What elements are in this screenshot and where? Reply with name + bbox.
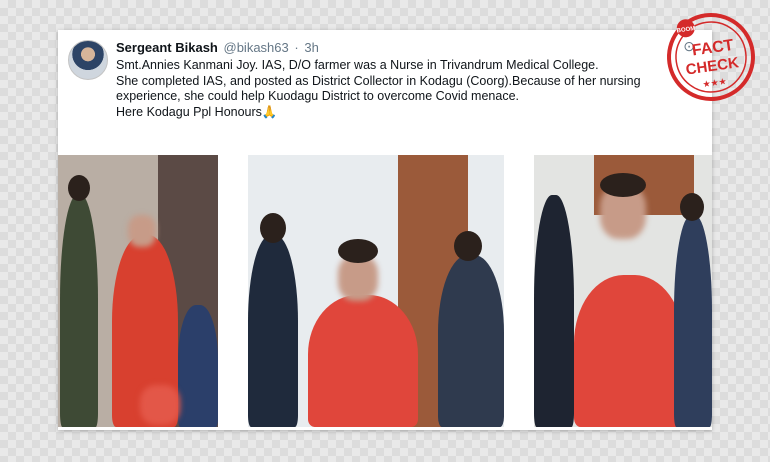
photo-right[interactable] (534, 155, 712, 427)
tweet-line-3: Here Kodagu Ppl Honours🙏 (116, 104, 278, 119)
author-name[interactable]: Sergeant Bikash (116, 40, 218, 55)
tweet-card: Sergeant Bikash @bikash63 · 3h ⊙ Smt.Ann… (58, 30, 712, 430)
boom-fact-check-stamp: BOOM FACT CHECK ★★★ (667, 13, 755, 101)
photo-left[interactable] (58, 155, 218, 427)
author-avatar[interactable] (68, 40, 108, 80)
author-handle[interactable]: @bikash63 (224, 40, 289, 55)
tweet-time[interactable]: 3h (304, 40, 318, 55)
tweet-text: Smt.Annies Kanmani Joy. IAS, D/O farmer … (116, 58, 706, 120)
stamp-stars: ★★★ (702, 77, 727, 90)
tweet-header: Sergeant Bikash @bikash63 · 3h (116, 40, 319, 55)
separator-dot: · (294, 40, 299, 55)
tweet-line-1: Smt.Annies Kanmani Joy. IAS, D/O farmer … (116, 58, 599, 72)
photo-center[interactable] (248, 155, 504, 427)
tweet-line-2: She completed IAS, and posted as Distric… (116, 73, 641, 104)
